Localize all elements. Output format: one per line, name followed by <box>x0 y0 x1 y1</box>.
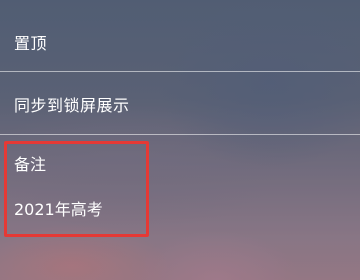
divider <box>0 134 360 135</box>
note-label: 备注 <box>14 155 47 174</box>
menu-item-pin-to-top[interactable]: 置顶 <box>0 12 360 72</box>
menu-item-label: 置顶 <box>14 34 48 53</box>
divider <box>0 71 360 72</box>
note-value-field[interactable]: 2021年高考 <box>14 196 103 220</box>
menu-item-label: 同步到锁屏展示 <box>14 96 130 115</box>
menu-item-sync-lock-screen[interactable]: 同步到锁屏展示 <box>0 74 360 134</box>
